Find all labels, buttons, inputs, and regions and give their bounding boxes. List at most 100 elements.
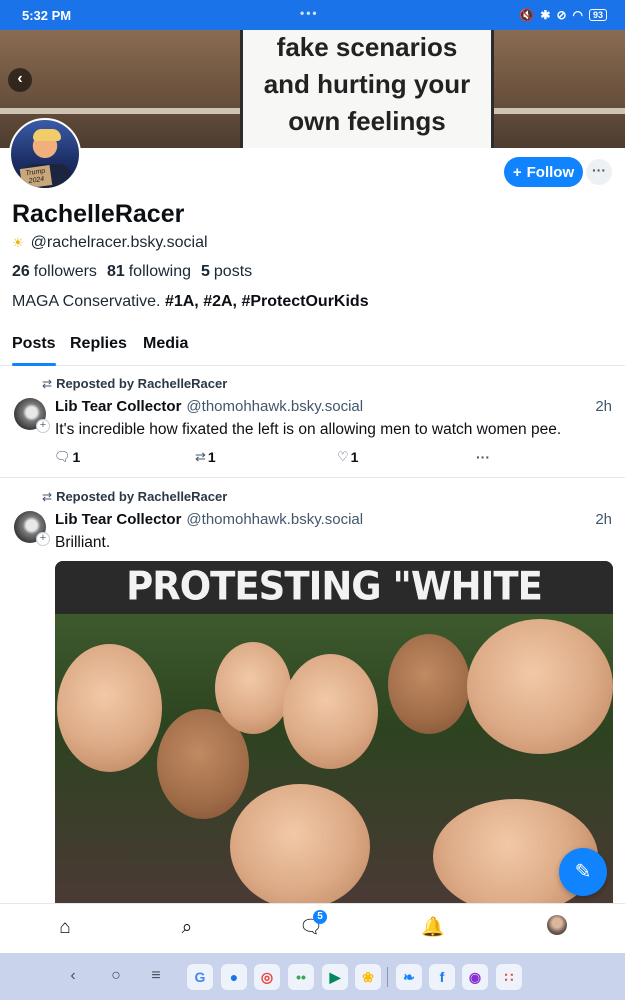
compose-icon: ✎ bbox=[574, 861, 592, 883]
heart-icon: ♡ bbox=[337, 449, 349, 464]
chrome-app-icon[interactable]: ◎ bbox=[254, 964, 280, 990]
followers-link[interactable]: 26 followers bbox=[12, 263, 97, 281]
back-button[interactable]: ‹ bbox=[8, 68, 32, 92]
dnd-icon: ⊘ bbox=[556, 8, 567, 22]
chat-badge: 5 bbox=[313, 910, 327, 924]
hashtag-link[interactable]: #ProtectOurKids bbox=[241, 293, 368, 310]
follow-plus-icon[interactable]: + bbox=[36, 532, 50, 546]
repost-icon: ⇄ bbox=[195, 449, 206, 464]
home-icon[interactable]: ⌂ bbox=[53, 916, 77, 940]
group-photo bbox=[55, 614, 613, 903]
display-name: RachelleRacer bbox=[12, 200, 185, 228]
google-app-icon[interactable]: G bbox=[187, 964, 213, 990]
app-drawer-app-icon[interactable]: ∷ bbox=[496, 964, 522, 990]
repost-label[interactable]: Reposted by RachelleRacer bbox=[56, 489, 227, 504]
post-text: It's incredible how fixated the left is … bbox=[55, 421, 562, 438]
post-author-handle[interactable]: @thomohhawk.bsky.social bbox=[186, 511, 363, 528]
screen: 5:32 PM ••• 🔇 ✱ ⊘ ◠ 93 fake scenarios an… bbox=[0, 0, 625, 1000]
plus-icon: + bbox=[512, 163, 522, 181]
followers-count: 26 bbox=[12, 263, 30, 280]
profile-avatar[interactable]: Trump 2024 bbox=[9, 118, 81, 190]
feed-post[interactable]: ⇄ Reposted by RachelleRacer + Lib Tear C… bbox=[0, 479, 625, 903]
profile-banner[interactable]: fake scenarios and hurting your own feel… bbox=[0, 30, 625, 148]
assistant-app-icon[interactable]: •• bbox=[288, 964, 314, 990]
wifi-icon: ◠ bbox=[572, 8, 583, 22]
chevron-left-icon: ‹ bbox=[17, 70, 23, 87]
repost-icon: ⇄ bbox=[42, 489, 53, 504]
system-home-icon[interactable]: ○ bbox=[105, 965, 127, 987]
sign-line: and hurting your bbox=[263, 69, 471, 99]
photos-app-icon[interactable]: ❀ bbox=[355, 964, 381, 990]
profile-tabs: Posts Replies Media bbox=[0, 326, 625, 366]
posts-count: 5 bbox=[201, 263, 210, 280]
bio-text: MAGA Conservative. bbox=[12, 293, 161, 310]
profile-more-button[interactable]: ··· bbox=[586, 159, 612, 185]
post-author-handle[interactable]: @thomohhawk.bsky.social bbox=[186, 398, 363, 415]
photo-face bbox=[283, 654, 378, 769]
post-header: Lib Tear Collector @thomohhawk.bsky.soci… bbox=[55, 511, 363, 528]
post-time[interactable]: 2h bbox=[595, 398, 612, 415]
play-store-app-icon[interactable]: ▶ bbox=[322, 964, 348, 990]
status-bar: 5:32 PM ••• 🔇 ✱ ⊘ ◠ 93 bbox=[0, 0, 625, 30]
tab-media[interactable]: Media bbox=[143, 335, 188, 353]
post-time[interactable]: 2h bbox=[595, 511, 612, 528]
like-button[interactable]: ♡ 1 bbox=[337, 449, 358, 465]
hashtag-link[interactable]: #1A, bbox=[165, 293, 199, 310]
repost-count: 1 bbox=[207, 449, 216, 465]
like-count: 1 bbox=[350, 449, 359, 465]
system-taskbar: ‹ ○ ≡ G ● ◎ •• ▶ ❀ ❧ f ◉ ∷ bbox=[0, 953, 625, 1000]
post-author-name[interactable]: Lib Tear Collector bbox=[55, 511, 181, 528]
notifications-icon[interactable]: 🔔 bbox=[421, 916, 445, 940]
sign-line: own feelings bbox=[288, 106, 446, 136]
post-author-avatar[interactable]: + bbox=[14, 398, 50, 433]
status-time: 5:32 PM bbox=[22, 7, 72, 23]
handle-row: ☀ @rachelracer.bsky.social bbox=[12, 234, 208, 252]
post-author-avatar[interactable]: + bbox=[14, 511, 50, 546]
photo-face bbox=[57, 644, 162, 772]
following-link[interactable]: 81 following bbox=[107, 263, 191, 281]
feed-post[interactable]: ⇄ Reposted by RachelleRacer + Lib Tear C… bbox=[0, 366, 625, 478]
reply-button[interactable]: 🗨 1 bbox=[54, 449, 80, 465]
repost-icon: ⇄ bbox=[42, 376, 53, 391]
follow-plus-icon[interactable]: + bbox=[36, 419, 50, 433]
chat-icon[interactable]: 🗨 5 bbox=[299, 910, 327, 940]
photo-face bbox=[467, 619, 613, 754]
posts-stat: 5 posts bbox=[201, 263, 252, 281]
podcasts-app-icon[interactable]: ◉ bbox=[462, 964, 488, 990]
mute-icon: 🔇 bbox=[519, 8, 535, 22]
repost-indicator: ⇄ Reposted by RachelleRacer bbox=[42, 489, 227, 504]
system-back-icon[interactable]: ‹ bbox=[62, 965, 84, 987]
profile-avatar-nav[interactable] bbox=[547, 915, 567, 935]
post-more-button[interactable]: ··· bbox=[476, 449, 490, 465]
post-author-name[interactable]: Lib Tear Collector bbox=[55, 398, 181, 415]
repost-label[interactable]: Reposted by RachelleRacer bbox=[56, 376, 227, 391]
status-icons: 🔇 ✱ ⊘ ◠ 93 bbox=[519, 8, 607, 22]
avatar-card: Trump 2024 bbox=[19, 165, 53, 188]
messages-app-icon[interactable]: ● bbox=[221, 964, 247, 990]
photo-face bbox=[215, 642, 291, 734]
tab-replies[interactable]: Replies bbox=[70, 335, 127, 353]
bluesky-app-icon[interactable]: ❧ bbox=[396, 964, 422, 990]
banner-sign: fake scenarios and hurting your own feel… bbox=[240, 30, 494, 148]
system-recents-icon[interactable]: ≡ bbox=[145, 965, 167, 987]
following-label: following bbox=[128, 263, 191, 280]
repost-indicator: ⇄ Reposted by RachelleRacer bbox=[42, 376, 227, 391]
battery-icon: 93 bbox=[588, 9, 607, 21]
avatar-hair bbox=[33, 129, 61, 141]
tab-posts[interactable]: Posts bbox=[12, 335, 56, 366]
repost-button[interactable]: ⇄ 1 bbox=[195, 449, 216, 465]
follow-label: Follow bbox=[526, 163, 575, 181]
bottom-nav: ⌂ ⌕ 🗨 5 🔔 bbox=[0, 903, 625, 953]
compose-button[interactable]: ✎ bbox=[559, 848, 607, 896]
hashtag-link[interactable]: #2A, bbox=[203, 293, 237, 310]
taskbar-divider bbox=[387, 967, 388, 987]
window-handle[interactable]: ••• bbox=[300, 6, 319, 20]
bluetooth-icon: ✱ bbox=[540, 8, 551, 22]
followers-label: followers bbox=[33, 263, 97, 280]
follow-button[interactable]: + Follow bbox=[504, 157, 583, 187]
post-header: Lib Tear Collector @thomohhawk.bsky.soci… bbox=[55, 398, 363, 415]
handle: @rachelracer.bsky.social bbox=[30, 234, 208, 251]
search-icon[interactable]: ⌕ bbox=[175, 916, 199, 940]
post-image[interactable]: PROTESTING "WHITE SUPREMACY" bbox=[55, 561, 613, 903]
facebook-app-icon[interactable]: f bbox=[429, 964, 455, 990]
